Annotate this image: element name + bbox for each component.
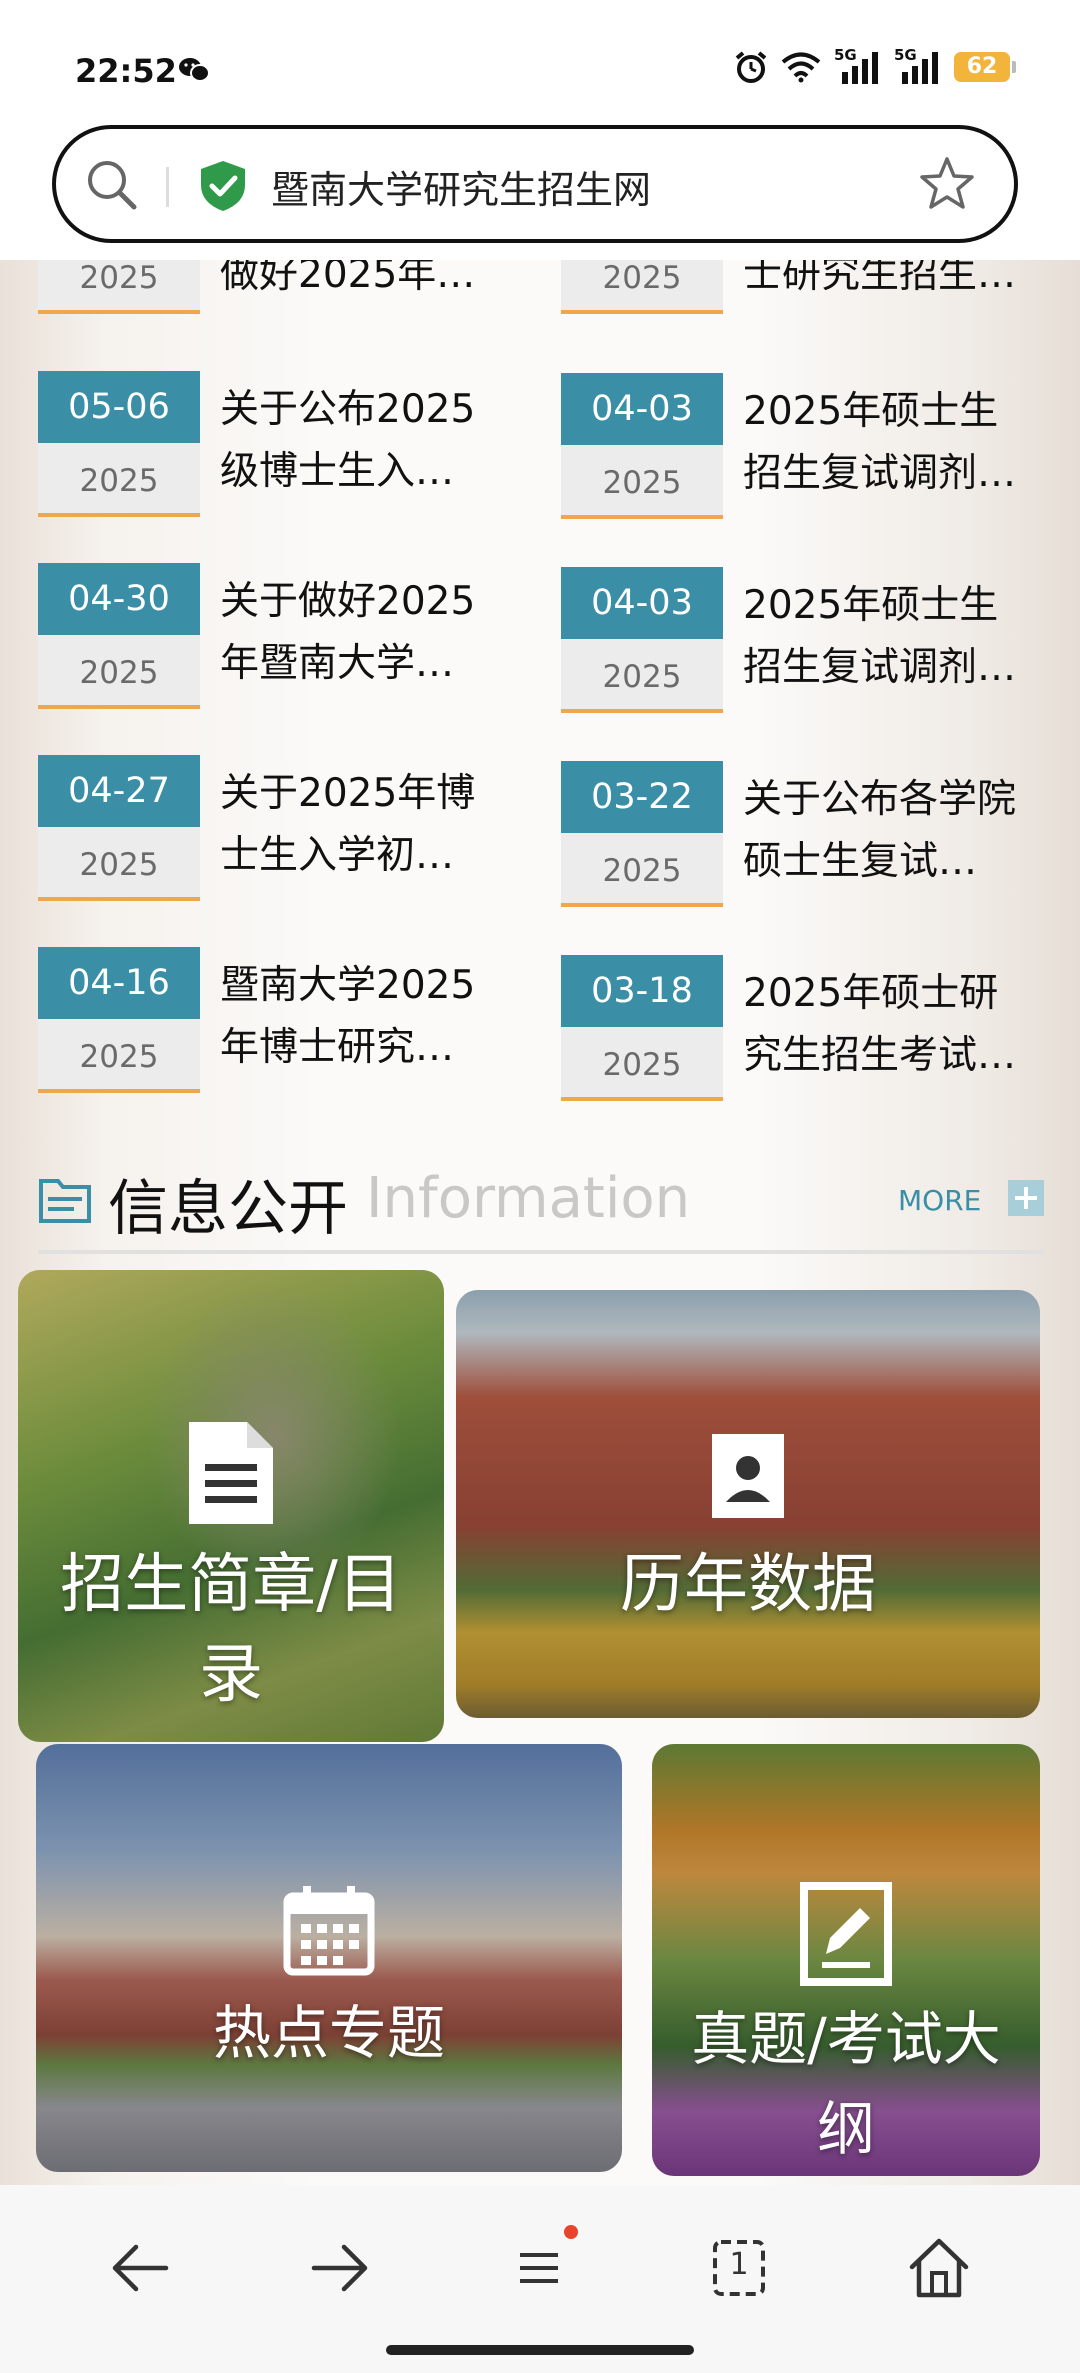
signal-icon: 5G bbox=[894, 46, 942, 84]
plus-icon[interactable] bbox=[1008, 1180, 1044, 1216]
news-title[interactable]: 关于2025年博士生入学初… bbox=[220, 763, 510, 887]
url-text[interactable]: 暨南大学研究生招生网 bbox=[271, 159, 651, 214]
document-icon bbox=[189, 1422, 273, 1524]
calendar-icon bbox=[283, 1886, 375, 1976]
shield-check-icon[interactable] bbox=[198, 159, 248, 213]
news-title[interactable]: 2025年硕士研究生招生考试… bbox=[743, 963, 1033, 1087]
divider bbox=[166, 167, 169, 207]
date-year: 2025 bbox=[561, 260, 723, 314]
forward-icon[interactable] bbox=[304, 2233, 374, 2303]
status-icons: 5G 5G 62 bbox=[734, 46, 1016, 84]
battery-icon: 62 bbox=[954, 52, 1016, 82]
date-month-day: 04-27 bbox=[38, 755, 200, 843]
news-item[interactable]: 03-18 2025 2025年硕士研究生招生考试… bbox=[561, 955, 1031, 1105]
search-icon[interactable] bbox=[84, 157, 140, 213]
date-month-day: 04-03 bbox=[561, 373, 723, 461]
tile-label: 热点专题 bbox=[212, 1999, 445, 2067]
news-title[interactable]: 关于做好2025年暨南大学… bbox=[220, 571, 510, 695]
date-year: 2025 bbox=[561, 833, 723, 907]
status-bar: 22:52 5G 5G 62 bbox=[0, 0, 1080, 125]
news-title[interactable]: 做好2025年… bbox=[220, 260, 510, 306]
tabs-button[interactable]: 1 bbox=[704, 2233, 774, 2303]
date-year: 2025 bbox=[38, 635, 200, 709]
date-year: 2025 bbox=[38, 1019, 200, 1093]
alarm-icon bbox=[735, 51, 767, 83]
section-title: 信息公开 bbox=[108, 1174, 348, 1244]
date-badge: 04-03 2025 bbox=[561, 567, 723, 713]
date-year: 2025 bbox=[38, 260, 200, 314]
divider bbox=[38, 1250, 1044, 1254]
browser-toolbar: 暨南大学研究生招生网 bbox=[0, 125, 1080, 260]
date-badge: 03-18 2025 bbox=[561, 955, 723, 1101]
tile-historical-data[interactable]: 历年数据 bbox=[456, 1290, 1040, 1718]
date-badge: 2025 bbox=[561, 260, 723, 314]
tab-count: 1 bbox=[729, 2247, 749, 2282]
tile-label: 招生简章/目录 bbox=[60, 1548, 402, 1712]
news-item[interactable]: 04-27 2025 关于2025年博士生入学初… bbox=[38, 755, 508, 905]
date-year: 2025 bbox=[561, 639, 723, 713]
date-badge: 03-22 2025 bbox=[561, 761, 723, 907]
date-month-day: 03-22 bbox=[561, 761, 723, 849]
news-title[interactable]: 关于公布2025级博士生入… bbox=[220, 379, 510, 503]
date-month-day: 04-03 bbox=[561, 567, 723, 655]
date-badge: 04-30 2025 bbox=[38, 563, 200, 709]
news-item[interactable]: 04-30 2025 关于做好2025年暨南大学… bbox=[38, 563, 508, 713]
page-content: 2025 做好2025年… 05-06 2025 关于公布2025级博士生入… … bbox=[0, 260, 1080, 2185]
news-title[interactable]: 暨南大学2025年博士研究… bbox=[220, 955, 510, 1079]
date-year: 2025 bbox=[38, 827, 200, 901]
contact-card-icon bbox=[712, 1434, 784, 1518]
tile-label: 历年数据 bbox=[620, 1548, 876, 1622]
news-item[interactable]: 04-03 2025 2025年硕士生招生复试调剂… bbox=[561, 373, 1031, 523]
news-item[interactable]: 2025 士研究生招生… bbox=[561, 260, 1031, 318]
date-badge: 2025 bbox=[38, 260, 200, 314]
news-item[interactable]: 04-03 2025 2025年硕士生招生复试调剂… bbox=[561, 567, 1031, 717]
home-indicator[interactable] bbox=[386, 2345, 694, 2355]
notification-dot bbox=[564, 2225, 578, 2239]
address-bar[interactable]: 暨南大学研究生招生网 bbox=[52, 125, 1018, 243]
date-badge: 04-16 2025 bbox=[38, 947, 200, 1093]
tile-past-exams[interactable]: 真题/考试大纲 bbox=[652, 1744, 1040, 2176]
wechat-icon bbox=[179, 58, 210, 82]
folder-icon bbox=[39, 1179, 91, 1223]
news-item[interactable]: 03-22 2025 关于公布各学院硕士生复试… bbox=[561, 761, 1031, 911]
date-month-day: 04-30 bbox=[38, 563, 200, 651]
date-month-day: 05-06 bbox=[38, 371, 200, 459]
date-year: 2025 bbox=[38, 443, 200, 517]
date-month-day: 04-16 bbox=[38, 947, 200, 1035]
menu-button[interactable] bbox=[504, 2225, 578, 2303]
tile-admission-brochure[interactable]: 招生简章/目录 bbox=[18, 1270, 444, 1742]
home-icon[interactable] bbox=[904, 2233, 974, 2303]
tile-label: 真题/考试大纲 bbox=[691, 2005, 1001, 2163]
back-icon[interactable] bbox=[106, 2233, 176, 2303]
news-title[interactable]: 2025年硕士生招生复试调剂… bbox=[743, 381, 1033, 505]
date-month-day: 03-18 bbox=[561, 955, 723, 1043]
section-subtitle: Information bbox=[366, 1166, 691, 1231]
clock: 22:52 bbox=[75, 52, 177, 90]
section-header: 信息公开 Information MORE bbox=[38, 1150, 1044, 1254]
news-item[interactable]: 2025 做好2025年… bbox=[38, 260, 508, 318]
date-badge: 04-27 2025 bbox=[38, 755, 200, 901]
date-badge: 05-06 2025 bbox=[38, 371, 200, 517]
more-link[interactable]: MORE bbox=[898, 1184, 981, 1217]
star-icon[interactable] bbox=[918, 155, 976, 213]
menu-icon bbox=[520, 2253, 558, 2283]
news-title[interactable]: 2025年硕士生招生复试调剂… bbox=[743, 575, 1033, 699]
news-title[interactable]: 关于公布各学院硕士生复试… bbox=[743, 769, 1033, 893]
news-item[interactable]: 05-06 2025 关于公布2025级博士生入… bbox=[38, 371, 508, 521]
date-year: 2025 bbox=[561, 445, 723, 519]
signal-icon: 5G bbox=[834, 46, 882, 84]
wifi-icon bbox=[781, 52, 821, 83]
news-item[interactable]: 04-16 2025 暨南大学2025年博士研究… bbox=[38, 947, 508, 1097]
date-year: 2025 bbox=[561, 1027, 723, 1101]
edit-icon bbox=[800, 1882, 892, 1986]
date-badge: 04-03 2025 bbox=[561, 373, 723, 519]
tile-hot-topics[interactable]: 热点专题 bbox=[36, 1744, 622, 2172]
news-title[interactable]: 士研究生招生… bbox=[743, 260, 1033, 306]
